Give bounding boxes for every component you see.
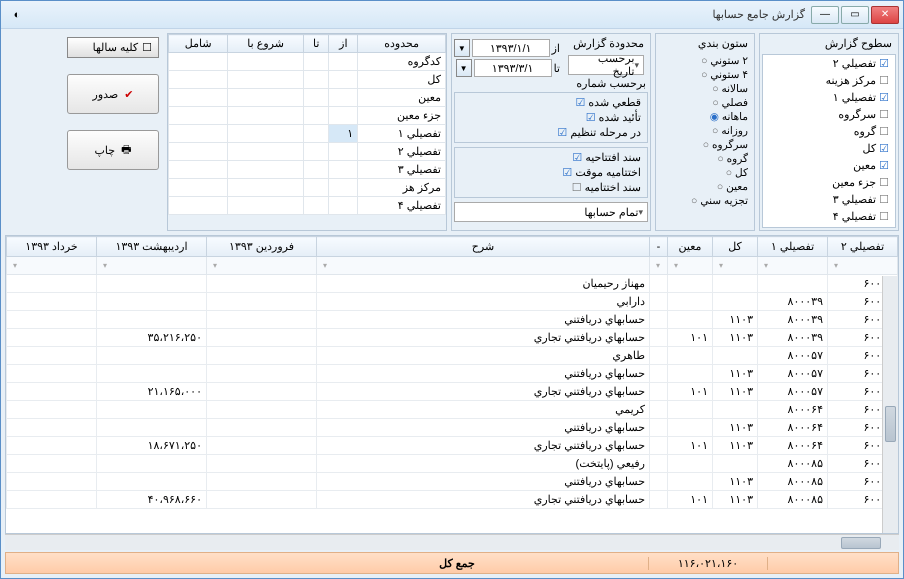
- range-label: محدودة گزارش: [562, 34, 650, 53]
- window-title: گزارش جامع حسابها: [25, 8, 811, 21]
- column-radio[interactable]: ٢ ستوني: [660, 54, 750, 68]
- grid-header[interactable]: تفصيلي ١: [758, 237, 828, 257]
- date-to-input[interactable]: [474, 59, 552, 77]
- date-to-dropdown[interactable]: ▼: [456, 59, 472, 77]
- filter-cell[interactable]: [828, 257, 898, 275]
- column-radio[interactable]: كل: [660, 166, 750, 180]
- printer-icon: 🖶: [121, 141, 131, 160]
- footer-total: ١١۶،٠٢١،١۶٠ جمع كل: [5, 552, 899, 574]
- total-col2: ١١۶،٠٢١،١۶٠: [648, 557, 768, 570]
- column-radio[interactable]: سالانه: [660, 82, 750, 96]
- filter-cell[interactable]: [713, 257, 758, 275]
- column-radio[interactable]: ۴ ستوني: [660, 68, 750, 82]
- docs-checkbox[interactable]: اختتاميه موقت: [459, 165, 643, 180]
- table-row[interactable]: ۶٠٠٠۴٨٠٠٠۵٧١١٠٣١٠١حسابهاي دريافتني تجاري…: [7, 383, 898, 401]
- app-window: ✕ ▭ — گزارش جامع حسابها ◐ سطوح گزارش تفص…: [0, 0, 904, 579]
- table-row[interactable]: ۶٠٠٠۴٨٠٠٠٣٩دارابي: [7, 293, 898, 311]
- table-row[interactable]: ۶٠٠٠۴٨٠٠٠۵٧طاهري: [7, 347, 898, 365]
- grid-header[interactable]: -: [650, 237, 668, 257]
- from-label: از: [552, 42, 560, 55]
- titlebar: ✕ ▭ — گزارش جامع حسابها ◐: [1, 1, 903, 29]
- level-item[interactable]: تفصيلي ٣: [763, 191, 895, 208]
- docs-checkbox[interactable]: سند اختتاميه: [459, 180, 643, 195]
- hscroll-thumb[interactable]: [841, 537, 881, 549]
- table-row[interactable]: ۶٠٠٠۴٨٠٠٠۶۴١١٠٣حسابهاي دريافتني: [7, 419, 898, 437]
- status-checkbox[interactable]: قطعي شده: [459, 95, 643, 110]
- filter-cell[interactable]: [97, 257, 207, 275]
- status-checkbox[interactable]: تأئيد شده: [459, 110, 643, 125]
- by-date-radio[interactable]: برحسب تاريخ: [568, 55, 644, 75]
- accounts-select[interactable]: تمام حسابها: [454, 202, 648, 222]
- filter-cell[interactable]: [668, 257, 713, 275]
- export-button[interactable]: ✔صدور: [67, 74, 159, 114]
- date-from-dropdown[interactable]: ▼: [454, 39, 470, 57]
- levels-list[interactable]: تفصيلي ٢مركز هزينهتفصيلي ١سرگروهگروهكلمع…: [762, 54, 896, 228]
- filter-cell[interactable]: [7, 257, 97, 275]
- column-radio[interactable]: تجزيه سني: [660, 194, 750, 208]
- level-item[interactable]: تفصيلي ۴: [763, 208, 895, 225]
- minimize-button[interactable]: —: [811, 6, 839, 24]
- grid-header[interactable]: فروردين ١٣٩٣: [207, 237, 317, 257]
- table-row[interactable]: ۶٠٠٠۴مهناز رحيميان: [7, 275, 898, 293]
- levels-label: سطوح گزارش: [760, 34, 898, 52]
- close-button[interactable]: ✕: [871, 6, 899, 24]
- vertical-scrollbar[interactable]: [882, 276, 898, 533]
- table-row[interactable]: ۶٠٠٠۴٨٠٠٠٣٩١١٠٣١٠١حسابهاي دريافتني تجاري…: [7, 329, 898, 347]
- level-item[interactable]: كل: [763, 140, 895, 157]
- level-item[interactable]: مركز هزينه: [763, 72, 895, 89]
- filter-cell[interactable]: [650, 257, 668, 275]
- filter-cell[interactable]: [758, 257, 828, 275]
- bounds-panel: محدودهازتاشروع باشامل كدگروهكلمعينجزء مع…: [167, 33, 447, 231]
- grid-header[interactable]: تفصيلي ٢: [828, 237, 898, 257]
- table-row[interactable]: ۶٠٠٠۴٨٠٠٠۶۴كريمي: [7, 401, 898, 419]
- filter-cell[interactable]: [317, 257, 650, 275]
- columns-panel: ستون بندي ٢ ستوني۴ ستونيسالانهفصليماهانه…: [655, 33, 755, 231]
- level-item[interactable]: سرگروه: [763, 106, 895, 123]
- level-item[interactable]: تفصيلي ١: [763, 89, 895, 106]
- grid-header[interactable]: معين: [668, 237, 713, 257]
- total-label: جمع كل: [266, 557, 648, 570]
- column-radio[interactable]: ماهانه: [660, 110, 750, 124]
- table-row[interactable]: ۶٠٠٠۴٨٠٠٠٣٩١١٠٣حسابهاي دريافتني: [7, 311, 898, 329]
- column-radio[interactable]: گروه: [660, 152, 750, 166]
- column-radio[interactable]: روزانه: [660, 124, 750, 138]
- column-radio[interactable]: فصلي: [660, 96, 750, 110]
- grid-header[interactable]: كل: [713, 237, 758, 257]
- actions-panel: ☐ كليه سالها ✔صدور 🖶چاپ: [63, 33, 163, 231]
- level-item[interactable]: گروه: [763, 123, 895, 140]
- level-item[interactable]: جزء معين: [763, 174, 895, 191]
- horizontal-scrollbar[interactable]: [5, 534, 899, 550]
- table-row[interactable]: ۶٠٠٠۴٨٠٠٠٨۵رفيعي (پايتخت): [7, 455, 898, 473]
- date-from-input[interactable]: [472, 39, 550, 57]
- print-button[interactable]: 🖶چاپ: [67, 130, 159, 170]
- all-years-checkbox[interactable]: ☐ كليه سالها: [67, 37, 159, 58]
- maximize-button[interactable]: ▭: [841, 6, 869, 24]
- table-row[interactable]: ۶٠٠٠۴٨٠٠٠۶۴١١٠٣١٠١حسابهاي دريافتني تجاري…: [7, 437, 898, 455]
- grid-header[interactable]: شرح: [317, 237, 650, 257]
- report-grid[interactable]: تفصيلي ٢تفصيلي ١كلمعين-شرحفروردين ١٣٩٣ار…: [5, 235, 899, 534]
- range-panel: محدودة گزارش برحسب تاريخ برحسب شماره از ▼…: [451, 33, 651, 231]
- docs-group: سند افتتاحيهاختتاميه موقتسند اختتاميه: [454, 147, 648, 198]
- level-item[interactable]: تفصيلي ٢: [763, 55, 895, 72]
- table-row[interactable]: ۶٠٠٠۴٨٠٠٠٨۵١١٠٣حسابهاي دريافتني: [7, 473, 898, 491]
- columns-label: ستون بندي: [656, 34, 754, 52]
- status-checkbox[interactable]: در مرحله تنظيم: [459, 125, 643, 140]
- table-row[interactable]: ۶٠٠٠۴٨٠٠٠۵٧١١٠٣حسابهاي دريافتني: [7, 365, 898, 383]
- grid-header[interactable]: خرداد ١٣٩٣: [7, 237, 97, 257]
- app-icon: ◐: [9, 7, 25, 23]
- by-number-radio[interactable]: برحسب شماره: [566, 77, 646, 90]
- grid-header[interactable]: ارديبهشت ١٣٩٣: [97, 237, 207, 257]
- scroll-thumb[interactable]: [885, 406, 896, 442]
- bounds-table[interactable]: محدودهازتاشروع باشامل كدگروهكلمعينجزء مع…: [168, 34, 446, 215]
- to-label: تا: [554, 62, 560, 75]
- filter-cell[interactable]: [207, 257, 317, 275]
- column-radio[interactable]: سرگروه: [660, 138, 750, 152]
- columns-list: ٢ ستوني۴ ستونيسالانهفصليماهانهروزانهسرگر…: [656, 52, 754, 210]
- docs-checkbox[interactable]: سند افتتاحيه: [459, 150, 643, 165]
- status-group: قطعي شدهتأئيد شدهدر مرحله تنظيم: [454, 92, 648, 143]
- table-row[interactable]: ۶٠٠٠۴٨٠٠٠٨۵١١٠٣١٠١حسابهاي دريافتني تجاري…: [7, 491, 898, 509]
- column-radio[interactable]: معين: [660, 180, 750, 194]
- levels-panel: سطوح گزارش تفصيلي ٢مركز هزينهتفصيلي ١سرگ…: [759, 33, 899, 231]
- level-item[interactable]: معين: [763, 157, 895, 174]
